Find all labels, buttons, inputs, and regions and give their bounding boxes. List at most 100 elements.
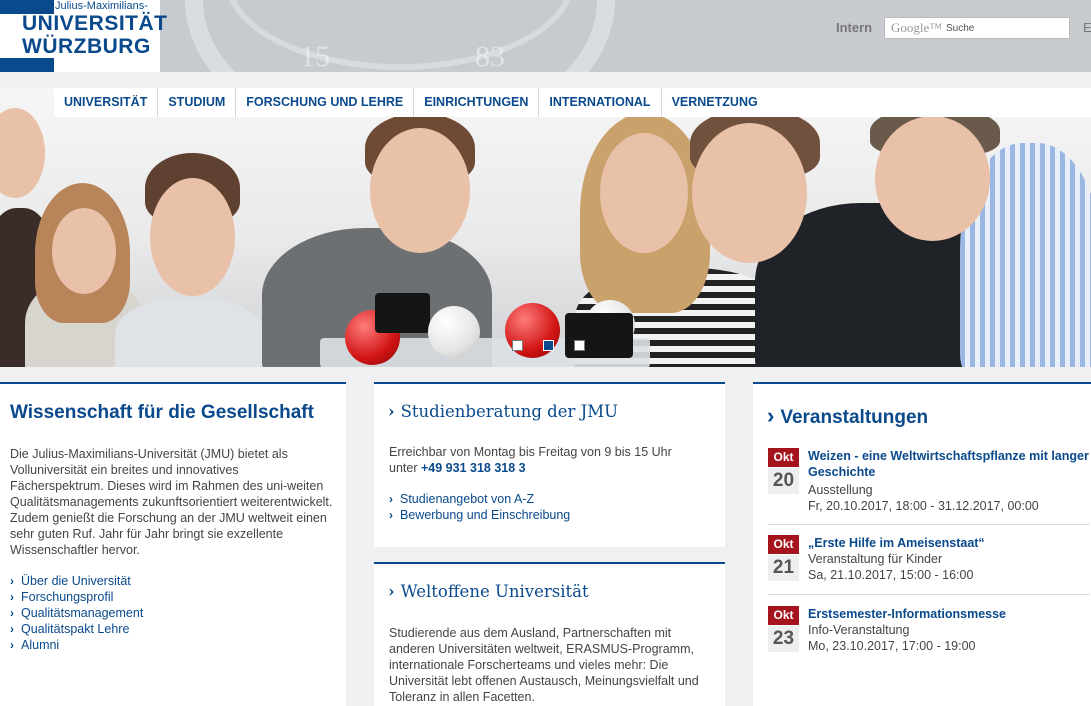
person-head	[875, 116, 990, 241]
link-alumni[interactable]: › Alumni	[10, 637, 143, 653]
site-header: 15 83 Julius-Maximilians- UNIVERSITÄT WÜ…	[0, 0, 1091, 72]
event-date: Mo, 23.10.2017, 17:00 - 19:00	[808, 639, 976, 653]
phone-link[interactable]: +49 931 318 318 3	[421, 461, 526, 475]
person-head	[0, 108, 45, 198]
events-title[interactable]: › Veranstaltungen	[767, 403, 928, 429]
studienberatung-section: › Studienberatung der JMU Erreichbar von …	[374, 382, 725, 547]
chevron-right-icon: ›	[10, 590, 14, 604]
intro-links: › Über die Universität › Forschungsprofil …	[10, 573, 143, 653]
event-divider	[768, 524, 1090, 525]
slider-pagination	[512, 340, 585, 351]
chevron-right-icon: ›	[388, 402, 395, 421]
person-shape	[115, 298, 265, 367]
weltoffen-title[interactable]: › Weltoffene Universität	[388, 582, 589, 601]
studienberatung-hours: Erreichbar von Montag bis Freitag von 9 …	[389, 445, 672, 459]
white-ball	[428, 306, 480, 358]
link-ueber-die-universitaet[interactable]: › Über die Universität	[10, 573, 143, 589]
chevron-right-icon: ›	[10, 574, 14, 588]
event-type: Info-Veranstaltung	[808, 623, 910, 637]
logo-line-3: WÜRZBURG	[22, 35, 151, 58]
event-date: Fr, 20.10.2017, 18:00 - 31.12.2017, 00:0…	[808, 499, 1039, 513]
person-head	[150, 178, 235, 296]
search-input[interactable]	[946, 22, 1057, 34]
chevron-right-icon: ›	[388, 582, 395, 601]
event-item[interactable]: Okt 20 Weizen - eine Weltwirtschaftspfla…	[768, 448, 1090, 516]
weltoffen-text: Studierende aus dem Ausland, Partnerscha…	[389, 626, 699, 704]
link-label: Über die Universität	[21, 574, 131, 588]
event-title[interactable]: „Erste Hilfe im Ameisenstaat“	[808, 535, 1091, 551]
nav-item-einrichtungen[interactable]: EINRICHTUNGEN	[414, 88, 540, 117]
black-cylinder	[375, 293, 430, 333]
link-studienangebot[interactable]: › Studienangebot von A-Z	[389, 491, 570, 507]
event-type: Veranstaltung für Kinder	[808, 552, 943, 566]
weltoffen-section: › Weltoffene Universität Studierende aus …	[374, 562, 725, 706]
event-divider	[768, 594, 1090, 595]
nav-item-studium[interactable]: STUDIUM	[158, 88, 237, 117]
google-logo: Google™	[891, 20, 943, 35]
link-label: Studienangebot von A-Z	[400, 492, 535, 506]
studienberatung-title-text: Studienberatung der JMU	[400, 402, 619, 421]
intro-title: Wissenschaft für die Gesellschaft	[10, 402, 314, 423]
seal-number-left: 15	[300, 40, 330, 72]
intro-text: Die Julius-Maximilians-Universität (JMU)…	[10, 447, 333, 557]
link-qualitaetsmanagement[interactable]: › Qualitätsmanagement	[10, 605, 143, 621]
hero-image	[0, 88, 1091, 367]
university-logo[interactable]: Julius-Maximilians- UNIVERSITÄT WÜRZBURG	[0, 0, 167, 72]
search-box[interactable]: Google™	[884, 17, 1070, 39]
chevron-right-icon: ›	[767, 403, 775, 428]
events-section: › Veranstaltungen Okt 20 Weizen - eine We…	[753, 382, 1091, 706]
person-head	[692, 123, 807, 263]
studienberatung-links: › Studienangebot von A-Z › Bewerbung und E…	[389, 491, 570, 523]
main-navigation: UNIVERSITÄT STUDIUM FORSCHUNG UND LEHRE …	[54, 88, 1091, 117]
logo-line-1: Julius-Maximilians-	[55, 0, 148, 12]
section-rule	[0, 382, 346, 384]
studienberatung-phone-line: unter +49 931 318 318 3	[389, 460, 526, 476]
event-month: Okt	[768, 448, 799, 467]
intern-link[interactable]: Intern	[836, 20, 872, 35]
chevron-right-icon: ›	[389, 508, 393, 522]
nav-item-universitaet[interactable]: UNIVERSITÄT	[54, 88, 159, 117]
black-cylinder	[565, 313, 633, 358]
slider-dot-1[interactable]	[512, 340, 523, 351]
person-head	[600, 133, 688, 253]
link-label: Qualitätsmanagement	[21, 606, 144, 620]
event-day: 21	[768, 555, 799, 581]
event-item[interactable]: Okt 23 Erstsemester-Informationsmesse In…	[768, 606, 1090, 656]
link-label: Forschungsprofil	[21, 590, 114, 604]
slider-dot-3[interactable]	[574, 340, 585, 351]
seal-number-right: 83	[475, 40, 505, 72]
event-title[interactable]: Weizen - eine Weltwirtschaftspflanze mit…	[808, 448, 1091, 480]
nav-item-international[interactable]: INTERNATIONAL	[539, 88, 662, 117]
phone-prefix: unter	[389, 461, 418, 475]
link-forschungsprofil[interactable]: › Forschungsprofil	[10, 589, 143, 605]
event-day: 20	[768, 468, 799, 494]
logo-bar-bottom	[0, 58, 54, 72]
event-day: 23	[768, 626, 799, 652]
chevron-right-icon: ›	[389, 492, 393, 506]
event-date: Sa, 21.10.2017, 15:00 - 16:00	[808, 568, 974, 582]
event-month: Okt	[768, 535, 799, 554]
event-title[interactable]: Erstsemester-Informationsmesse	[808, 606, 1091, 622]
slider-dot-2[interactable]	[543, 340, 554, 351]
events-title-text: Veranstaltungen	[780, 407, 929, 428]
nav-item-vernetzung[interactable]: VERNETZUNG	[662, 88, 768, 117]
event-type: Ausstellung	[808, 483, 873, 497]
intro-section: Wissenschaft für die Gesellschaft Die Ju…	[0, 382, 346, 706]
link-label: Alumni	[21, 638, 60, 652]
chevron-right-icon: ›	[10, 622, 14, 636]
language-link[interactable]: E	[1083, 20, 1091, 35]
studienberatung-title[interactable]: › Studienberatung der JMU	[388, 402, 618, 421]
event-month: Okt	[768, 606, 799, 625]
person-head	[370, 128, 470, 253]
link-bewerbung[interactable]: › Bewerbung und Einschreibung	[389, 507, 570, 523]
weltoffen-title-text: Weltoffene Universität	[400, 582, 589, 601]
nav-item-forschung-und-lehre[interactable]: FORSCHUNG UND LEHRE	[236, 88, 415, 117]
logo-line-2: UNIVERSITÄT	[22, 12, 168, 35]
event-item[interactable]: Okt 21 „Erste Hilfe im Ameisenstaat“ Ver…	[768, 535, 1090, 585]
link-label: Qualitätspakt Lehre	[21, 622, 130, 636]
person-head	[52, 208, 116, 294]
chevron-right-icon: ›	[10, 638, 14, 652]
link-label: Bewerbung und Einschreibung	[400, 508, 571, 522]
chevron-right-icon: ›	[10, 606, 14, 620]
link-qualitaetspakt-lehre[interactable]: › Qualitätspakt Lehre	[10, 621, 143, 637]
